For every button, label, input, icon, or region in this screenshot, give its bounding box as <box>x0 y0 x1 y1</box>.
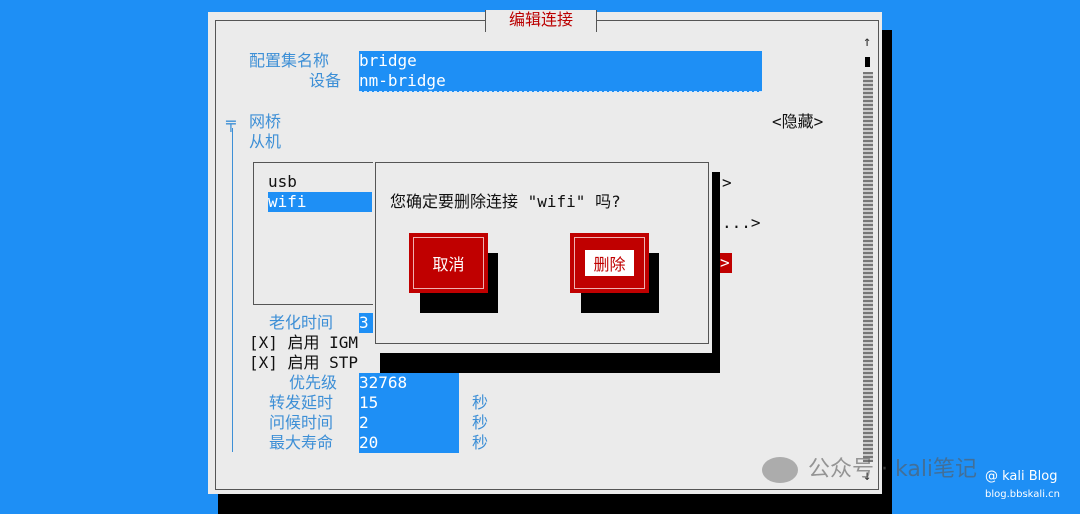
scrollbar-track[interactable] <box>863 72 873 462</box>
dialog-shadow-bottom <box>380 353 720 373</box>
watermark-text: 公众号 · kali笔记 <box>808 457 978 482</box>
forward-delay-input[interactable]: 15 <box>359 393 459 413</box>
window-title: 编辑连接 <box>485 10 597 32</box>
collapse-icon[interactable]: ╤ <box>226 113 236 133</box>
max-age-input[interactable]: 20 <box>359 433 459 453</box>
unit-seconds: 秒 <box>472 393 489 412</box>
slaves-label: 从机 <box>249 132 282 151</box>
dialog-message: 您确定要删除连接 "wifi" 吗? <box>390 192 621 211</box>
profile-name-input[interactable]: bridge <box>359 51 762 72</box>
window-shadow-right <box>882 30 892 514</box>
window-shadow-bottom <box>218 494 892 514</box>
hello-time-input[interactable]: 2 <box>359 413 459 433</box>
max-age-label: 最大寿命 <box>269 433 334 452</box>
section-line <box>232 128 233 452</box>
edit-button-partial[interactable]: ...> <box>722 213 761 233</box>
priority-input[interactable]: 32768 <box>359 373 459 393</box>
unit-seconds: 秒 <box>472 413 489 432</box>
scrollbar-thumb[interactable] <box>865 57 870 67</box>
delete-button-partial[interactable]: > <box>720 253 732 273</box>
priority-label: 优先级 <box>289 373 338 392</box>
watermark: 公众号 · kali笔记 <box>762 456 977 484</box>
device-label: 设备 <box>309 71 342 90</box>
bridge-section-label: 网桥 <box>249 112 282 131</box>
add-button-partial[interactable]: > <box>722 173 732 193</box>
stp-checkbox[interactable]: [X] 启用 STP <box>249 353 358 373</box>
blog-url: blog.bbskali.cn <box>985 489 1060 500</box>
dialog-shadow-right <box>712 172 720 373</box>
cancel-button-label: 取消 <box>432 255 465 274</box>
scroll-up-arrow[interactable]: ↑ <box>863 32 873 52</box>
delete-button[interactable]: 删除 <box>570 233 649 293</box>
forward-delay-label: 转发延时 <box>269 393 334 412</box>
delete-button-label: 删除 <box>585 250 634 276</box>
slave-item-selected[interactable]: wifi <box>268 192 372 212</box>
hello-time-label: 问候时间 <box>269 413 334 432</box>
profile-name-label: 配置集名称 <box>249 51 330 70</box>
aging-label: 老化时间 <box>269 313 334 332</box>
wechat-icon <box>762 457 798 483</box>
blog-watermark: @ kali Blog <box>985 469 1058 484</box>
unit-seconds: 秒 <box>472 433 489 452</box>
cancel-button[interactable]: 取消 <box>409 233 488 293</box>
slave-item[interactable]: usb <box>268 172 297 192</box>
hide-button[interactable]: <隐藏> <box>772 112 823 132</box>
device-input[interactable]: nm-bridge <box>359 71 762 92</box>
igmp-checkbox[interactable]: [X] 启用 IGM <box>249 333 358 353</box>
